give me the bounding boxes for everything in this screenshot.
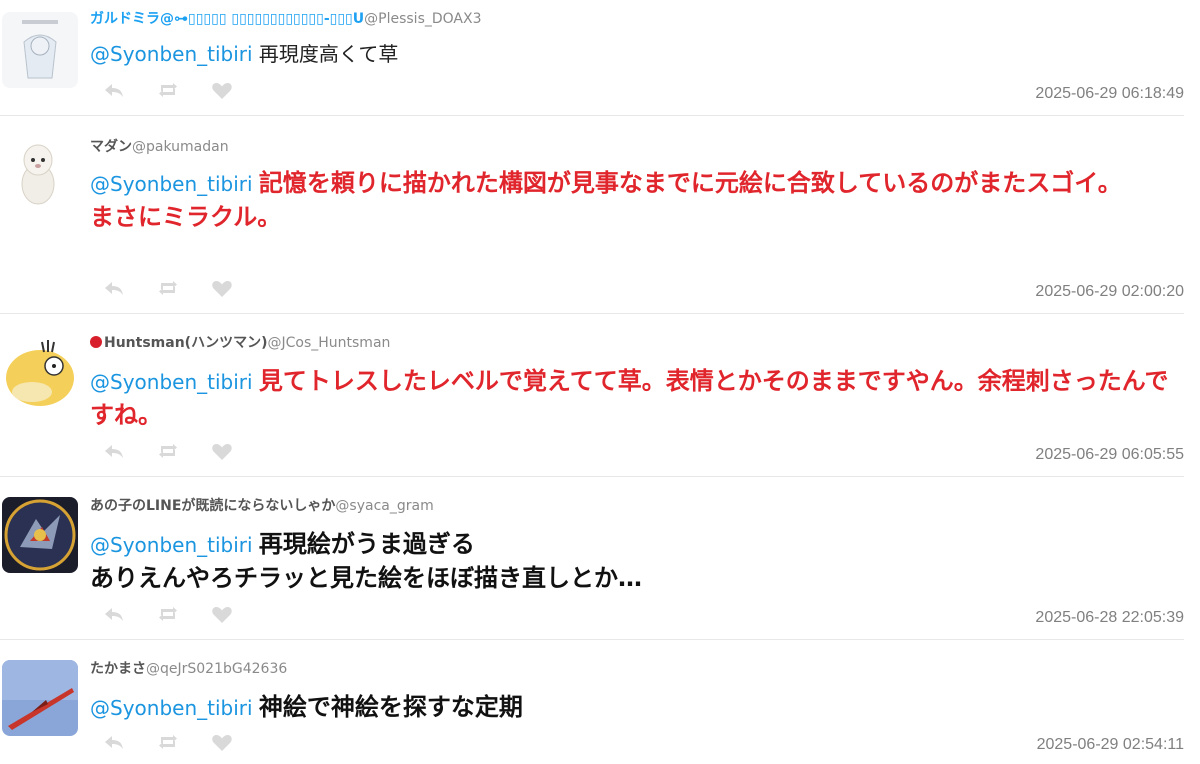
tweet-actions (102, 602, 234, 626)
avatar-image (2, 497, 78, 573)
avatar-image (2, 12, 78, 88)
timestamp[interactable]: 2025-06-29 06:18:49 (1035, 85, 1184, 103)
tweet-header: Huntsman(ハンツマン)@JCos_Huntsman (90, 332, 390, 352)
tweet-body: @Syonben_tibiri 記憶を頼りに描かれた構図が見事なまでに元絵に合致… (90, 166, 1174, 234)
mention-link[interactable]: @Syonben_tibiri (90, 696, 253, 720)
avatar[interactable] (2, 660, 78, 736)
tweet-text: 再現度高くて草 (258, 42, 399, 66)
display-name[interactable]: Huntsman(ハンツマン) (104, 335, 267, 351)
heart-icon[interactable] (210, 602, 234, 626)
user-handle[interactable]: @Plessis_DOAX3 (364, 11, 481, 27)
tweet-item: Huntsman(ハンツマン)@JCos_Huntsman @Syonben_t… (0, 314, 1184, 477)
tweet-actions (102, 78, 234, 102)
retweet-icon[interactable] (156, 78, 180, 102)
user-handle[interactable]: @syaca_gram (335, 498, 433, 514)
tweet-header: ガルドミラ@⊶▯▯▯▯▯ ▯▯▯▯▯▯▯▯▯▯▯▯-▯▯▯U@Plessis_D… (90, 8, 482, 28)
mention-link[interactable]: @Syonben_tibiri (90, 533, 253, 557)
red-dot-icon (90, 336, 102, 348)
reply-icon[interactable] (102, 730, 126, 754)
retweet-icon[interactable] (156, 276, 180, 300)
user-handle[interactable]: @qeJrS021bG42636 (146, 661, 287, 677)
tweet-body: @Syonben_tibiri 見てトレスしたレベルで覚えてて草。表情とかそのま… (90, 364, 1174, 432)
mention-link[interactable]: @Syonben_tibiri (90, 42, 253, 66)
tweet-actions (102, 730, 234, 754)
retweet-icon[interactable] (156, 439, 180, 463)
tweet-header: あの子のLINEが既読にならないしゃか@syaca_gram (90, 495, 434, 515)
avatar[interactable] (2, 12, 78, 88)
tweet-item: あの子のLINEが既読にならないしゃか@syaca_gram @Syonben_… (0, 477, 1184, 640)
reply-icon[interactable] (102, 439, 126, 463)
tweet-text: 神絵で神絵を探すな定期 (258, 693, 523, 721)
retweet-icon[interactable] (156, 730, 180, 754)
timestamp[interactable]: 2025-06-29 02:54:11 (1037, 736, 1184, 754)
tweet-body: @Syonben_tibiri 再現絵がうま過ぎる ありえんやろチラッと見た絵を… (90, 527, 1174, 595)
tweet-body: @Syonben_tibiri 神絵で神絵を探すな定期 (90, 690, 1174, 724)
mention-link[interactable]: @Syonben_tibiri (90, 370, 253, 394)
display-name[interactable]: マダン (90, 139, 132, 155)
avatar-image (2, 660, 78, 736)
timestamp[interactable]: 2025-06-29 06:05:55 (1035, 446, 1184, 464)
avatar[interactable] (2, 334, 78, 410)
timestamp[interactable]: 2025-06-29 02:00:20 (1035, 283, 1184, 301)
tweet-actions (102, 276, 234, 300)
retweet-icon[interactable] (156, 602, 180, 626)
reply-icon[interactable] (102, 276, 126, 300)
tweet-item: たかまさ@qeJrS021bG42636 @Syonben_tibiri 神絵で… (0, 640, 1184, 764)
heart-icon[interactable] (210, 730, 234, 754)
display-name[interactable]: あの子のLINEが既読にならないしゃか (90, 498, 335, 514)
mention-link[interactable]: @Syonben_tibiri (90, 172, 253, 196)
tweet-header: たかまさ@qeJrS021bG42636 (90, 658, 287, 678)
tweet-item: ガルドミラ@⊶▯▯▯▯▯ ▯▯▯▯▯▯▯▯▯▯▯▯-▯▯▯U@Plessis_D… (0, 0, 1184, 116)
display-name[interactable]: ガルドミラ@⊶▯▯▯▯▯ ▯▯▯▯▯▯▯▯▯▯▯▯-▯▯▯U (90, 11, 364, 27)
tweet-actions (102, 439, 234, 463)
tweet-item: マダン@pakumadan @Syonben_tibiri 記憶を頼りに描かれた… (0, 116, 1184, 314)
timestamp[interactable]: 2025-06-28 22:05:39 (1035, 609, 1184, 627)
tweet-header: マダン@pakumadan (90, 136, 229, 156)
avatar[interactable] (2, 136, 78, 212)
tweet-body: @Syonben_tibiri 再現度高くて草 (90, 40, 1174, 68)
heart-icon[interactable] (210, 276, 234, 300)
avatar[interactable] (2, 497, 78, 573)
avatar-image (2, 136, 78, 212)
heart-icon[interactable] (210, 78, 234, 102)
heart-icon[interactable] (210, 439, 234, 463)
avatar-image (2, 334, 78, 410)
reply-icon[interactable] (102, 602, 126, 626)
reply-icon[interactable] (102, 78, 126, 102)
display-name[interactable]: たかまさ (90, 661, 146, 677)
user-handle[interactable]: @pakumadan (132, 139, 229, 155)
user-handle[interactable]: @JCos_Huntsman (267, 335, 390, 351)
